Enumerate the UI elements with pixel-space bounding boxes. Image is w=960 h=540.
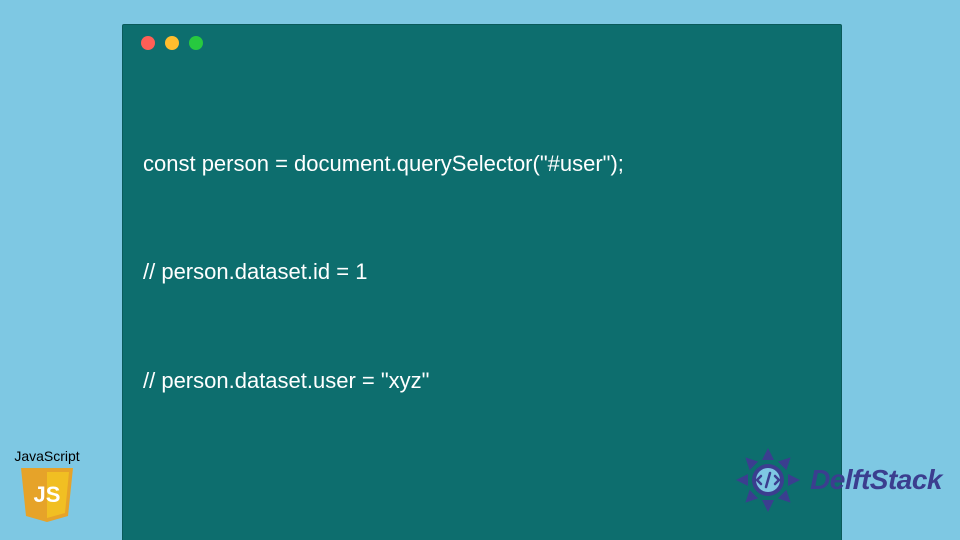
close-icon[interactable] [141,36,155,50]
code-line: // person.dataset.user = "xyz" [143,363,821,399]
window-titlebar [123,25,841,61]
code-line: // person.dataset.id = 1 [143,254,821,290]
code-blank-line [143,472,821,500]
javascript-label: JavaScript [8,448,86,464]
javascript-badge: JavaScript JS [8,448,86,524]
minimize-icon[interactable] [165,36,179,50]
code-line: const person = document.querySelector("#… [143,146,821,182]
maximize-icon[interactable] [189,36,203,50]
delftstack-brand: DelftStack [732,444,942,516]
delftstack-logo-icon [732,444,804,516]
js-shield-text: JS [34,482,61,507]
javascript-shield-icon: JS [19,466,75,524]
delftstack-name: DelftStack [810,464,942,496]
